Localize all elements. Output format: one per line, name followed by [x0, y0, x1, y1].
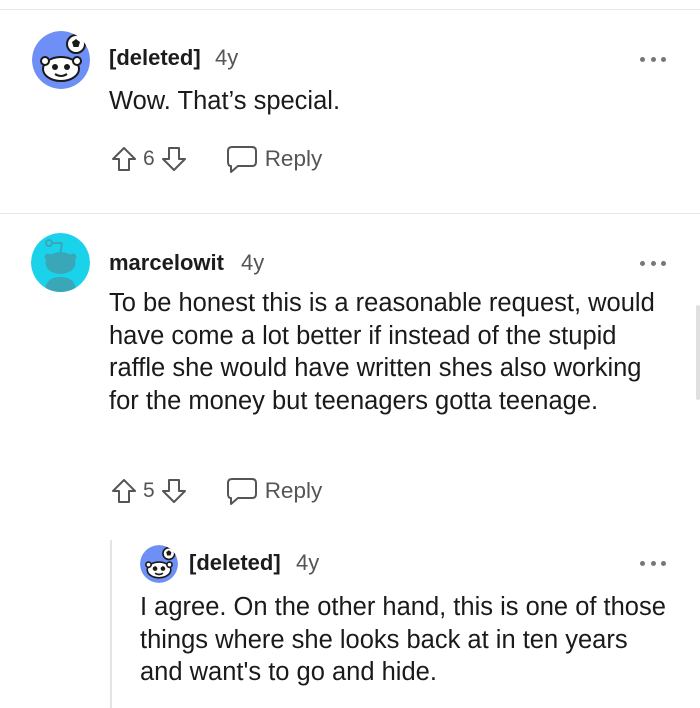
vote-score: 5	[143, 479, 155, 502]
comment-username[interactable]: [deleted]	[189, 550, 281, 576]
reply-button[interactable]: Reply	[225, 144, 323, 174]
snoo-teal-avatar-icon[interactable]	[31, 233, 90, 292]
reply-bubble-icon	[226, 478, 257, 505]
comment-age: 4y	[296, 550, 320, 575]
comment-actions: 5 Reply	[110, 476, 322, 506]
snoo-soccer-avatar-icon[interactable]	[32, 31, 90, 89]
more-options-icon[interactable]	[640, 559, 666, 567]
reply-bubble-icon	[226, 146, 257, 173]
reply-label: Reply	[264, 478, 323, 503]
thread-divider	[0, 213, 700, 214]
comment-body: To be honest this is a reasonable reques…	[109, 289, 655, 415]
thread-line[interactable]	[110, 540, 112, 708]
comment-age: 4y	[241, 250, 265, 275]
downvote-icon[interactable]	[160, 145, 188, 173]
comment-body: I agree. On the other hand, this is one …	[140, 593, 666, 686]
vote-score: 6	[143, 147, 155, 170]
upvote-icon[interactable]	[110, 477, 138, 505]
snoo-soccer-avatar-icon[interactable]	[140, 545, 178, 583]
reply-button[interactable]: Reply	[225, 476, 323, 506]
comment-username[interactable]: marcelowit	[109, 250, 224, 276]
comment-body: Wow. That’s special.	[109, 87, 341, 115]
upvote-icon[interactable]	[110, 145, 138, 173]
downvote-icon[interactable]	[160, 477, 188, 505]
scrollbar-thumb[interactable]	[696, 305, 700, 400]
more-options-icon[interactable]	[640, 259, 666, 267]
more-options-icon[interactable]	[640, 55, 666, 63]
comment-username[interactable]: [deleted]	[109, 45, 201, 71]
top-divider	[0, 9, 700, 10]
comment-actions: 6 Reply	[110, 144, 322, 174]
comment-age: 4y	[215, 45, 239, 70]
reply-label: Reply	[264, 146, 323, 171]
